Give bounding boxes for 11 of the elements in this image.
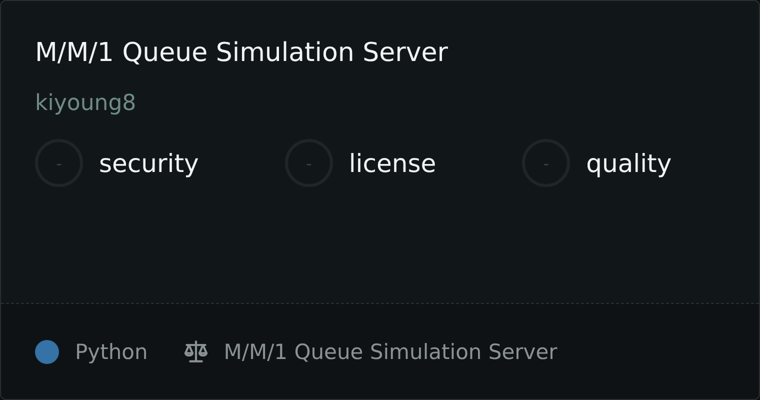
author-name: kiyoung8 <box>35 90 138 118</box>
license-name: M/M/1 Queue Simulation Server <box>224 340 558 364</box>
score-label: license <box>348 148 436 178</box>
card-title: M/M/1 Queue Simulation Server <box>35 37 449 70</box>
grade-circle: - <box>522 139 570 187</box>
language-name: Python <box>75 340 148 364</box>
grade-circle: - <box>284 139 333 187</box>
scale-icon <box>182 338 210 366</box>
grade-circle: - <box>35 139 83 187</box>
score-label: security <box>99 148 199 178</box>
score-label: quality <box>586 148 672 178</box>
